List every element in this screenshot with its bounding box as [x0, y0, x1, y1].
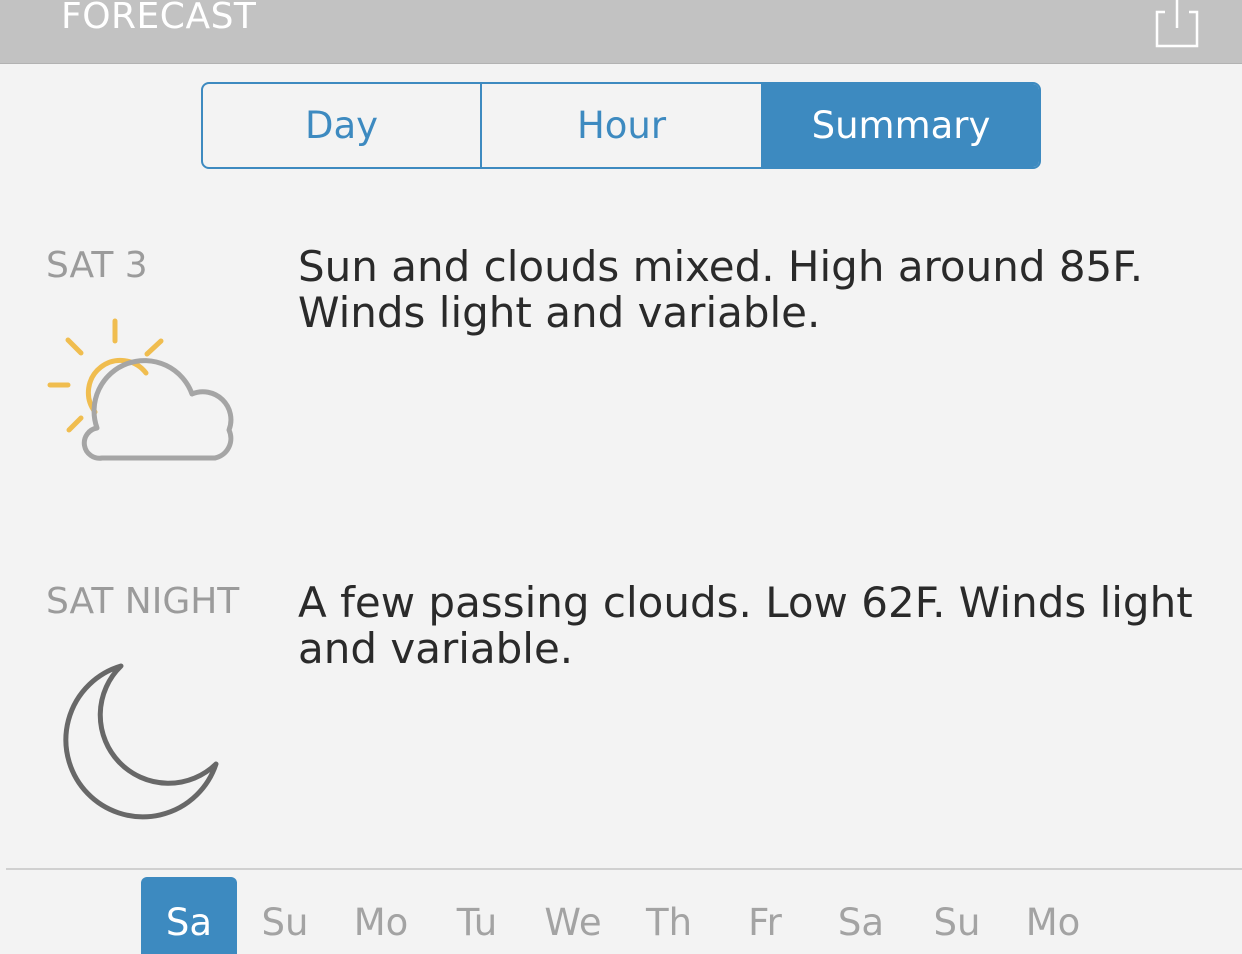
period-summary-night: A few passing clouds. Low 62F. Winds lig… — [298, 578, 1193, 673]
day-selector: Sa Su Mo Tu We Th Fr Sa Su Mo — [141, 877, 1101, 954]
tab-hour[interactable]: Hour — [480, 84, 761, 167]
moon-icon — [63, 663, 219, 820]
tab-day[interactable]: Day — [203, 84, 480, 167]
app-header: FORECAST — [0, 0, 1242, 64]
share-icon[interactable] — [1152, 0, 1202, 48]
tab-summary[interactable]: Summary — [761, 84, 1039, 167]
day-tab-su[interactable]: Su — [909, 877, 1005, 954]
day-tab-th[interactable]: Th — [621, 877, 717, 954]
page-title: FORECAST — [61, 0, 257, 37]
partly-cloudy-icon — [47, 318, 234, 461]
day-tab-we[interactable]: We — [525, 877, 621, 954]
period-summary-day: Sun and clouds mixed. High around 85F. W… — [298, 242, 1144, 337]
view-segmented-control: Day Hour Summary — [201, 82, 1041, 169]
day-tab-mo[interactable]: Mo — [333, 877, 429, 954]
day-tab-sa[interactable]: Sa — [813, 877, 909, 954]
period-label-night: SAT NIGHT — [46, 581, 240, 622]
day-tab-fr[interactable]: Fr — [717, 877, 813, 954]
day-tab-mo[interactable]: Mo — [1005, 877, 1101, 954]
day-tab-tu[interactable]: Tu — [429, 877, 525, 954]
day-tab-sa[interactable]: Sa — [141, 877, 237, 954]
day-tab-su[interactable]: Su — [237, 877, 333, 954]
period-label-day: SAT 3 — [46, 245, 148, 286]
divider — [6, 868, 1242, 870]
